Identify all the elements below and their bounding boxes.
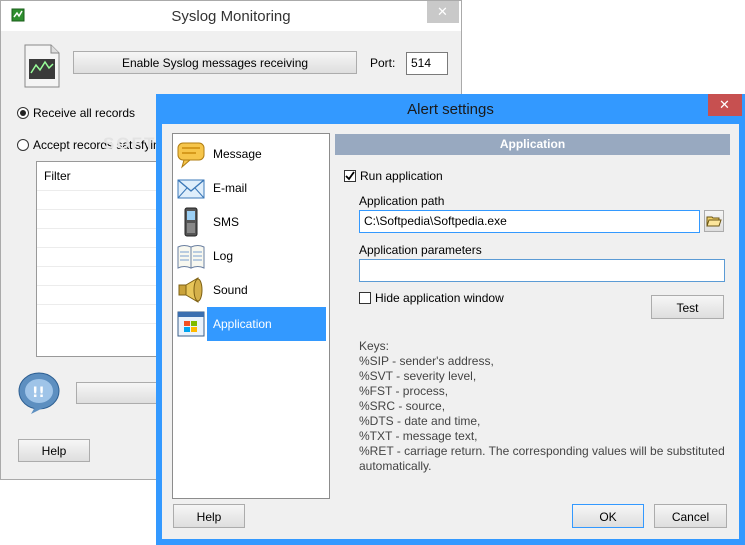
keys-line: %TXT - message text, [359, 429, 478, 443]
close-icon: ✕ [719, 97, 730, 112]
ok-button[interactable]: OK [572, 504, 644, 528]
speaker-icon [176, 275, 206, 305]
enable-syslog-button[interactable]: Enable Syslog messages receiving [73, 51, 357, 74]
row-divider [37, 285, 167, 286]
nav-item-email[interactable]: E-mail [173, 171, 328, 205]
run-application-checkbox[interactable] [344, 170, 356, 182]
receive-all-label: Receive all records [33, 106, 136, 120]
application-window-icon [176, 309, 206, 339]
keys-line: %SIP - sender's address, [359, 354, 494, 368]
row-divider [37, 190, 167, 191]
envelope-icon [176, 173, 206, 203]
port-label: Port: [370, 56, 396, 70]
alert-settings-dialog: Alert settings ✕ Message E-mail SMS Log … [156, 94, 745, 545]
window-title: Syslog Monitoring [171, 8, 291, 25]
row-divider [37, 304, 167, 305]
row-divider [37, 266, 167, 267]
nav-item-sound[interactable]: Sound [173, 273, 328, 307]
run-application-label: Run application [360, 169, 443, 183]
nav-item-log[interactable]: Log [173, 239, 328, 273]
port-input[interactable]: 514 [406, 52, 448, 75]
keys-help-text: Keys: %SIP - sender's address, %SVT - se… [359, 339, 734, 474]
keys-line: %SVT - severity level, [359, 369, 477, 383]
row-divider [37, 247, 167, 248]
message-bubble-icon [176, 139, 206, 169]
keys-line: Keys: [359, 339, 390, 353]
filter-list[interactable]: Filter [36, 161, 168, 357]
browse-button[interactable] [704, 210, 724, 232]
checkmark-icon [345, 171, 355, 181]
help-button[interactable]: Help [173, 504, 245, 528]
syslog-document-icon [19, 43, 63, 89]
folder-open-icon [706, 216, 722, 227]
hide-window-label: Hide application window [375, 291, 504, 305]
log-book-icon [176, 241, 206, 271]
keys-line: %SRC - source, [359, 399, 446, 413]
help-button[interactable]: Help [18, 439, 90, 462]
keys-line: %FST - process, [359, 384, 449, 398]
test-button[interactable]: Test [651, 295, 724, 319]
application-path-label: Application path [359, 194, 445, 208]
close-button[interactable]: ✕ [427, 1, 459, 23]
nav-item-sms[interactable]: SMS [173, 205, 328, 239]
row-divider [37, 228, 167, 229]
alert-type-list: Message E-mail SMS Log Sound Application [172, 133, 330, 499]
row-divider [37, 323, 167, 324]
accept-records-radio[interactable] [17, 139, 29, 151]
row-divider [37, 209, 167, 210]
nav-label: E-mail [213, 181, 248, 195]
nav-label: Log [213, 249, 234, 263]
nav-item-message[interactable]: Message [173, 137, 328, 171]
svg-text:!!: !! [32, 385, 45, 401]
hide-window-checkbox[interactable] [359, 292, 371, 304]
nav-label: Sound [213, 283, 248, 297]
filter-header: Filter [44, 169, 71, 183]
keys-line: %DTS - date and time, [359, 414, 481, 428]
close-icon: ✕ [437, 4, 448, 19]
title-bar: Syslog Monitoring ✕ [1, 1, 461, 31]
cancel-button[interactable]: Cancel [654, 504, 727, 528]
dialog-title: Alert settings [407, 101, 494, 118]
nav-item-application[interactable]: Application [173, 307, 328, 341]
application-path-input[interactable]: C:\Softpedia\Softpedia.exe [359, 210, 700, 233]
section-header: Application [335, 134, 730, 155]
keys-line: automatically. [359, 459, 432, 473]
close-button[interactable]: ✕ [708, 94, 742, 116]
nav-label: Application [213, 317, 272, 331]
dialog-body: Message E-mail SMS Log Sound Application… [162, 124, 739, 539]
action-button[interactable] [76, 382, 166, 404]
keys-line: %RET - carriage return. The correspondin… [359, 444, 725, 458]
application-parameters-label: Application parameters [359, 243, 482, 257]
alert-settings-icon[interactable]: !! [17, 369, 63, 415]
radio-dot [20, 110, 26, 116]
application-parameters-input[interactable] [359, 259, 725, 282]
nav-label: Message [213, 147, 262, 161]
receive-all-radio[interactable] [17, 107, 29, 119]
mobile-phone-icon [176, 207, 206, 237]
nav-label: SMS [213, 215, 240, 229]
